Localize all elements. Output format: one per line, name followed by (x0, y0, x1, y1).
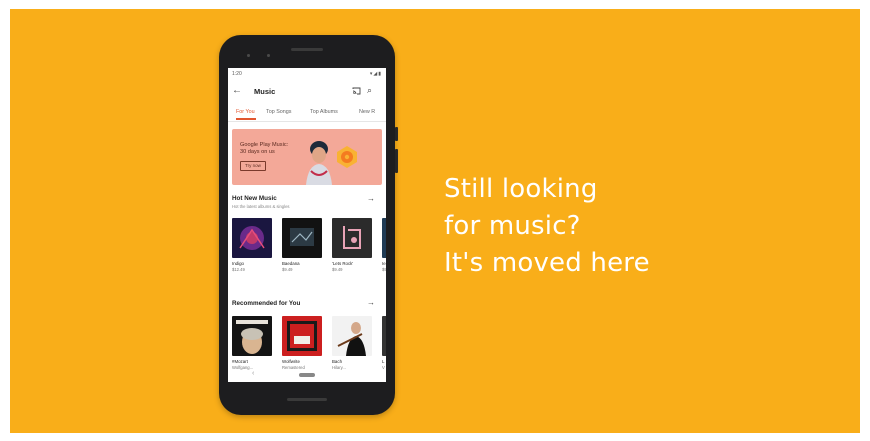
play-music-logo-icon (337, 146, 357, 168)
album-name: Wolfwrite (282, 359, 300, 364)
hot-new-music-title: Hot New Music (232, 195, 277, 202)
front-camera (247, 54, 250, 57)
headline-line-3: It's moved here (444, 248, 650, 278)
album-price: $9.49 (332, 267, 343, 272)
cast-icon[interactable] (352, 87, 361, 97)
album-name: L (382, 359, 385, 364)
earpiece-speaker (291, 48, 323, 51)
album-art (382, 218, 386, 258)
album-name: Baedana (282, 261, 300, 266)
hot-new-music-arrow-icon[interactable]: → (367, 194, 375, 203)
album-art (232, 218, 272, 258)
active-tab-indicator (236, 118, 256, 120)
banner-person-image (302, 135, 336, 185)
promo-background: Still looking for music? It's moved here… (10, 9, 860, 433)
phone-frame: 1:20 ▾◢▮ ← Music ⌕ For You Top Songs Top… (219, 35, 395, 415)
search-icon[interactable]: ⌕ (367, 85, 372, 96)
album-price: $9.49 (282, 267, 293, 272)
album-name: 'Lets Rock' (332, 261, 354, 266)
bottom-speaker (287, 398, 327, 401)
app-title: Music (254, 87, 276, 96)
headline: Still looking for music? It's moved here (444, 171, 650, 282)
front-sensor (267, 54, 270, 57)
status-icons: ▾◢▮ (369, 71, 382, 77)
recommended-arrow-icon[interactable]: → (367, 298, 375, 307)
tab-for-you[interactable]: For You (236, 109, 255, 115)
album-card[interactable]: Baedana $9.49 (282, 218, 322, 272)
phone-screen: 1:20 ▾◢▮ ← Music ⌕ For You Top Songs Top… (228, 68, 386, 382)
album-name: #Mozart (232, 359, 248, 364)
album-art (382, 316, 386, 356)
banner-line-2: 30 days on us (240, 149, 275, 155)
album-art (232, 316, 272, 356)
status-bar: 1:20 ▾◢▮ (228, 68, 386, 80)
album-card[interactable]: Bach Hilary... (332, 316, 372, 370)
nav-back-icon[interactable]: ‹ (252, 370, 254, 377)
recommended-title: Recommended for You (232, 300, 301, 307)
album-card[interactable]: Wolfwrite Remastered (282, 316, 322, 370)
tab-top-albums[interactable]: Top Albums (310, 109, 338, 115)
album-art (332, 218, 372, 258)
home-pill-icon[interactable] (299, 373, 315, 377)
headline-line-2: for music? (444, 211, 581, 241)
status-time: 1:20 (232, 71, 242, 77)
hot-new-music-subtitle: Hot the latest albums & singles (232, 204, 290, 209)
album-art (282, 218, 322, 258)
promo-banner[interactable]: Google Play Music: 30 days on us Try now (232, 129, 382, 185)
album-card[interactable]: 'Lets Rock' $9.49 (332, 218, 372, 272)
tab-new-releases[interactable]: New R (359, 109, 375, 115)
album-card[interactable]: Indigo $12.49 (232, 218, 272, 272)
album-price: $9 (382, 267, 386, 272)
power-button (395, 127, 398, 141)
album-card[interactable]: L V (382, 316, 386, 370)
album-name: Ie (382, 261, 386, 266)
app-bar: ← Music ⌕ (228, 82, 386, 104)
headline-line-1: Still looking (444, 174, 598, 204)
album-card[interactable]: #Mozart Wolfgang... (232, 316, 272, 370)
tabs-divider (228, 121, 386, 122)
album-art (332, 316, 372, 356)
back-arrow-icon[interactable]: ← (232, 85, 242, 96)
try-now-button[interactable]: Try now (240, 161, 266, 171)
album-art (282, 316, 322, 356)
album-name: Bach (332, 359, 343, 364)
volume-button (395, 149, 398, 173)
system-nav-bar: ‹ (228, 368, 386, 382)
album-price: $12.49 (232, 267, 245, 272)
album-name: Indigo (232, 261, 244, 266)
album-card[interactable]: Ie $9 (382, 218, 386, 272)
tab-top-songs[interactable]: Top Songs (266, 109, 291, 115)
banner-line-1: Google Play Music: (240, 142, 289, 148)
